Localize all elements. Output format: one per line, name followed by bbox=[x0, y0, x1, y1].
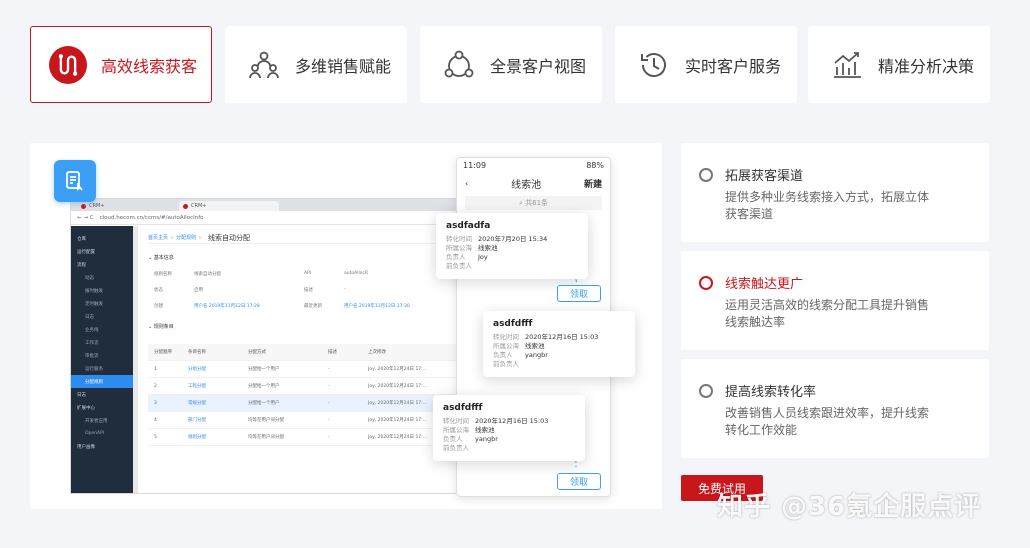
history-clock-icon bbox=[637, 48, 671, 82]
tab-label: 全景客户视图 bbox=[490, 56, 587, 76]
tab-customer-service[interactable]: 实时客户服务 bbox=[615, 26, 797, 103]
tab-label: 多维销售赋能 bbox=[295, 56, 392, 76]
lead-loop-icon bbox=[49, 45, 87, 84]
lead-card[interactable]: asdfdfff 转化时间 2020年12月16日 15:03 所属公海 线索池 负… bbox=[433, 395, 585, 461]
feature-desc: 改善销售人员线索跟进效率，提升线索转化工作效能 bbox=[725, 406, 930, 437]
team-icon bbox=[247, 48, 281, 82]
radio-icon[interactable] bbox=[699, 167, 713, 182]
lead-name: asdfadfa bbox=[446, 221, 491, 231]
radio-icon[interactable] bbox=[699, 383, 713, 398]
feature-conversion[interactable]: 提高线索转化率 改善销售人员线索跟进效率，提升线索转化工作效能 bbox=[681, 359, 989, 458]
tab-sales-enablement[interactable]: 多维销售赋能 bbox=[225, 26, 407, 103]
tab-analytics[interactable]: 精准分析决策 bbox=[808, 26, 990, 103]
tab-label: 实时客户服务 bbox=[685, 56, 782, 76]
tab-lead-acquisition[interactable]: 高效线索获客 bbox=[30, 26, 212, 103]
feature-expand-channels[interactable]: 拓展获客渠道 提供多种业务线索接入方式，拓展立体获客渠道 bbox=[681, 143, 989, 242]
tab-customer-view[interactable]: 全景客户视图 bbox=[420, 26, 602, 103]
feature-title: 拓展获客渠道 bbox=[725, 169, 804, 184]
lead-card[interactable]: asdfadfa 转化时间 2020年7月20日 15:34 所属公海 线索池 负责… bbox=[436, 213, 588, 279]
watermark: 知乎 @36氪企服点评 bbox=[717, 492, 982, 522]
claim-button[interactable]: 领取 bbox=[557, 285, 601, 302]
chart-trend-icon bbox=[830, 48, 864, 82]
feature-title: 提高线索转化率 bbox=[725, 385, 817, 400]
feature-desc: 提供多种业务线索接入方式，拓展立体获客渠道 bbox=[725, 190, 930, 221]
claim-button[interactable]: 领取 bbox=[557, 473, 601, 490]
product-preview: CRM+ CRM+ ← → C cloud.hecom.cn/ccms/#/au… bbox=[30, 143, 662, 509]
lead-name: asdfdfff bbox=[443, 403, 483, 413]
feature-wider-reach[interactable]: 线索触达更广 运用灵活高效的线索分配工具提升销售线索触达率 bbox=[681, 251, 989, 350]
tab-label: 高效线索获客 bbox=[101, 56, 198, 76]
feature-tabs: 高效线索获客 多维销售赋能 全景客户视图 实时客户服务 精准分析决策 bbox=[30, 26, 990, 103]
lead-name: asdfdfff bbox=[493, 319, 533, 329]
radio-icon[interactable] bbox=[699, 275, 713, 290]
feature-title: 线索触达更广 bbox=[725, 277, 804, 292]
feature-desc: 运用灵活高效的线索分配工具提升销售线索触达率 bbox=[725, 298, 930, 329]
lead-card[interactable]: asdfdfff 转化时间 2020年12月16日 15:03 所属公海 线索池 负… bbox=[483, 311, 635, 377]
network-icon bbox=[442, 48, 476, 82]
tab-label: 精准分析决策 bbox=[878, 56, 975, 76]
